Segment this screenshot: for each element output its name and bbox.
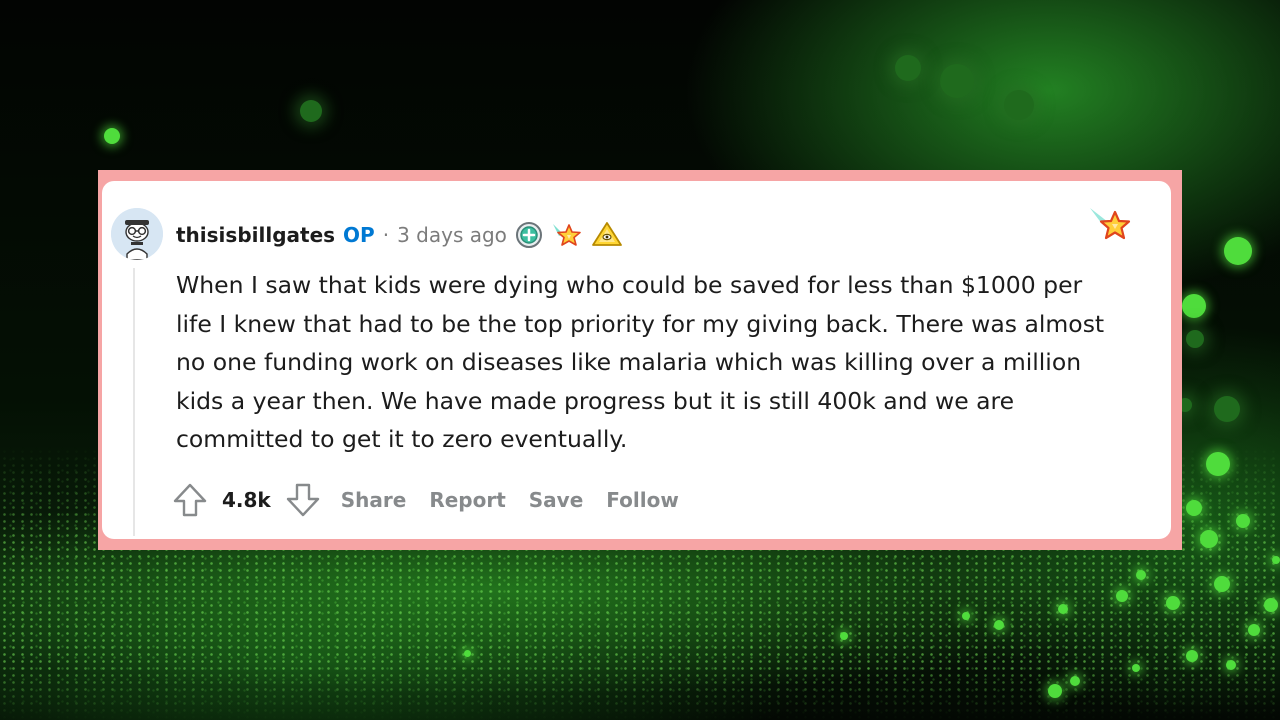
user-avatar[interactable] bbox=[111, 208, 163, 260]
downvote-icon[interactable] bbox=[285, 482, 321, 518]
wholesome-award-icon[interactable] bbox=[591, 221, 623, 249]
comment-header: thisisbillgates OP · 3 days ago bbox=[176, 219, 631, 251]
report-button[interactable]: Report bbox=[429, 488, 505, 512]
shooting-star-award-icon[interactable] bbox=[551, 220, 583, 250]
vote-score: 4.8k bbox=[222, 488, 271, 512]
thread-collapse-line[interactable] bbox=[133, 268, 135, 536]
helpful-award-icon[interactable] bbox=[515, 221, 543, 249]
comment-body: When I saw that kids were dying who coul… bbox=[176, 271, 1105, 453]
snoo-avatar-icon bbox=[111, 208, 163, 260]
comment-timestamp[interactable]: 3 days ago bbox=[397, 223, 507, 247]
follow-button[interactable]: Follow bbox=[606, 488, 679, 512]
meta-separator: · bbox=[382, 223, 390, 247]
author-username[interactable]: thisisbillgates bbox=[176, 223, 335, 247]
award-list bbox=[515, 220, 631, 250]
rising-star-award-icon[interactable] bbox=[1088, 204, 1134, 252]
upvote-icon[interactable] bbox=[172, 482, 208, 518]
op-badge: OP bbox=[343, 223, 375, 247]
save-button[interactable]: Save bbox=[529, 488, 584, 512]
share-button[interactable]: Share bbox=[341, 488, 407, 512]
comment-action-bar: 4.8k Share Report Save Follow bbox=[172, 482, 679, 518]
